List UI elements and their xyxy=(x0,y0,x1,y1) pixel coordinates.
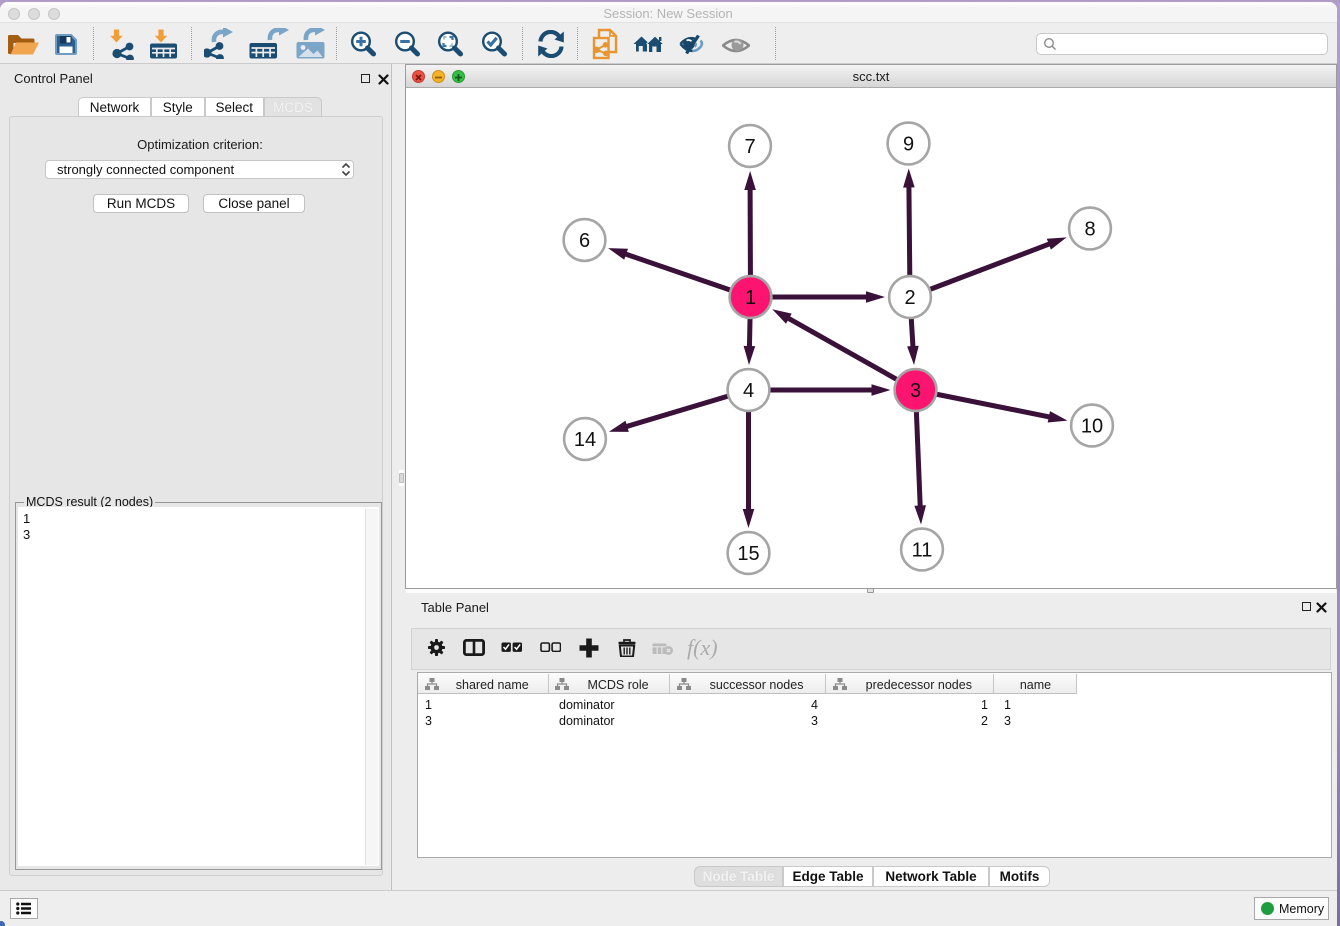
svg-text:10: 10 xyxy=(1081,416,1103,438)
svg-text:14: 14 xyxy=(574,429,596,451)
svg-text:4: 4 xyxy=(743,380,754,402)
svg-text:1: 1 xyxy=(745,287,756,309)
svg-text:8: 8 xyxy=(1084,219,1095,241)
svg-text:9: 9 xyxy=(903,134,914,156)
svg-text:6: 6 xyxy=(579,230,590,252)
svg-text:2: 2 xyxy=(904,287,915,309)
svg-text:15: 15 xyxy=(737,543,759,565)
svg-text:3: 3 xyxy=(910,380,921,402)
svg-text:7: 7 xyxy=(744,136,755,158)
svg-text:11: 11 xyxy=(912,540,933,562)
